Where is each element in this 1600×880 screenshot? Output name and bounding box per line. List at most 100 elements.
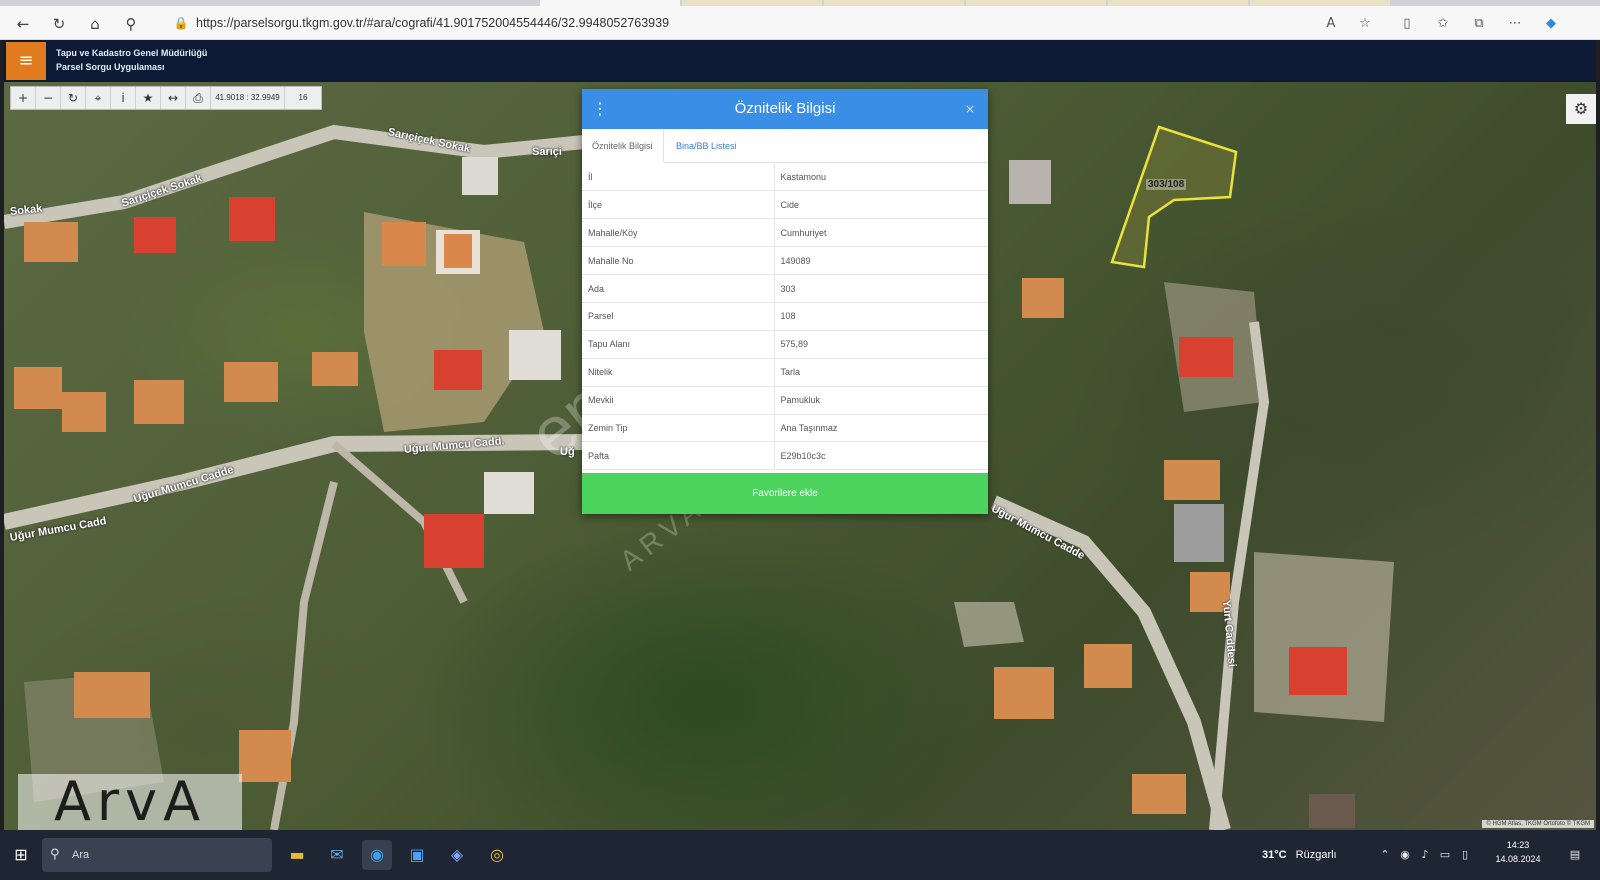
attribute-key: Zemin Tip [582,414,775,443]
parcel-label: 303/108 [1146,179,1187,190]
table-row: İlçe Cide [582,190,988,220]
file-explorer-icon[interactable]: ▬ [282,840,312,870]
back-icon[interactable]: ← [12,13,34,35]
menu-button[interactable]: ≡ [6,42,46,80]
attribute-value: 149089 [774,246,988,276]
favorites-icon[interactable]: ✩ [1432,13,1454,35]
dialog-title: Öznitelik Bilgisi [734,100,836,117]
refresh-map-icon[interactable]: ↻ [61,87,86,109]
info-icon[interactable]: i [111,87,136,109]
notification-icon[interactable]: ▤ [1566,838,1584,872]
parcel-outline[interactable] [1110,125,1238,269]
attribute-value: Pamukluk [774,386,988,415]
attribute-table: İl Kastamonu İlçe Cide Mahalle/Köy Cumhuriyet… [582,163,988,471]
mail-icon[interactable]: ✉ [322,840,352,870]
table-row: Mevkii Pamukluk [582,386,988,415]
battery-icon[interactable]: ▯ [1456,838,1474,872]
gear-icon[interactable]: ⚙ [1566,94,1596,124]
close-icon[interactable]: × [960,89,980,129]
table-row: Pafta E29b10c3c [582,441,988,471]
dialog-tabs: Öznitelik Bilgisi Bina/BB Listesi [582,129,988,163]
attribute-key: Tapu Alanı [582,330,775,359]
home-icon[interactable]: ⌂ [84,13,106,35]
read-aloud-icon[interactable]: A [1320,13,1342,35]
table-row: Mahalle No 149089 [582,246,988,276]
attribute-value: Cide [774,190,988,220]
split-view-icon[interactable]: ▯ [1396,13,1418,35]
zoom-level: 16 [298,93,308,102]
dialog-header: Öznitelik Bilgisi ⋮ × [582,89,988,129]
weather-widget[interactable]: 31°C Rüzgarlı [1262,838,1337,872]
chevron-up-icon[interactable]: ⌃ [1376,838,1394,872]
add-to-favorites-button[interactable]: Favorilere ekle [582,473,988,514]
coordinate-readout: 41.9018 : 32.9949 [211,87,285,109]
app-title: Tapu ve Kadastro Genel Müdürlüğü Parsel … [56,46,207,74]
measure-icon[interactable]: ↔ [161,87,186,109]
network-icon[interactable]: ▭ [1436,838,1454,872]
more-icon[interactable]: ⋯ [1504,13,1526,35]
table-row: Mahalle/Köy Cumhuriyet [582,218,988,248]
clock-date: 14.08.2024 [1495,854,1541,864]
attribute-value: 303 [774,274,988,303]
favorite-star-icon[interactable]: ☆ [1354,13,1376,35]
map-attribution: © HGM Atlas, TKGM Ortofoto © TKGM [1482,820,1594,828]
attribute-key: Nitelik [582,358,775,387]
location-icon[interactable]: ◉ [1396,838,1414,872]
attribute-key: Parsel [582,302,775,331]
star-icon[interactable]: ★ [136,87,161,109]
locate-icon[interactable]: ⌖ [86,87,111,109]
edge-browser-icon[interactable]: ◉ [362,840,392,870]
attribute-dialog: Öznitelik Bilgisi ⋮ × Öznitelik Bilgisi … [582,89,988,514]
table-row: Ada 303 [582,274,988,303]
taskbar-search[interactable]: ⚲ Ara [42,838,272,872]
volume-icon[interactable]: ♪ [1416,838,1434,872]
attribute-key: Pafta [582,441,775,471]
attribute-value: Ana Taşınmaz [774,414,988,443]
attribute-value: E29b10c3c [774,441,988,471]
map-toolbar: + − ↻ ⌖ i ★ ↔ ⎙ 41.9018 : 32.9949 16 [10,86,322,110]
weather-temperature: 31°C [1262,849,1287,861]
print-icon[interactable]: ⎙ [186,87,211,109]
refresh-icon[interactable]: ↻ [48,13,70,35]
address-bar[interactable]: 🔒 https://parselsorgu.tkgm.gov.tr/#ara/c… [172,11,1322,35]
tab-building-list[interactable]: Bina/BB Listesi [666,129,747,163]
url-text: https://parselsorgu.tkgm.gov.tr/#ara/cog… [196,16,670,30]
attribute-value: Tarla [774,358,988,387]
attribute-key: Mahalle/Köy [582,218,775,248]
chrome-icon[interactable]: ◎ [482,840,512,870]
photoshop-icon[interactable]: ▣ [402,840,432,870]
attribute-value: Kastamonu [774,163,988,192]
clock[interactable]: 14:23 14.08.2024 [1488,838,1548,866]
windows-start-icon[interactable]: ⊞ [6,840,36,870]
table-row: İl Kastamonu [582,163,988,192]
app-icon[interactable]: ◈ [442,840,472,870]
tab-attributes[interactable]: Öznitelik Bilgisi [582,129,664,163]
taskbar: ⊞ ⚲ Ara ▬ ✉ ◉ ▣ ◈ ◎ 31°C Rüzgarlı ⌃ ◉ ♪ … [0,830,1600,880]
attribute-key: Ada [582,274,775,303]
attribute-value: Cumhuriyet [774,218,988,248]
attribute-key: İlçe [582,190,775,220]
search-icon[interactable]: ⚲ [120,13,142,35]
attribute-key: İl [582,163,775,192]
zoom-out-icon[interactable]: − [36,87,61,109]
copilot-icon[interactable]: ◆ [1540,13,1562,35]
weather-text: Rüzgarlı [1295,849,1337,861]
attribute-key: Mevkii [582,386,775,415]
collections-icon[interactable]: ⧉ [1468,13,1490,35]
table-row: Zemin Tip Ana Taşınmaz [582,414,988,443]
table-row: Nitelik Tarla [582,358,988,387]
table-row: Parsel 108 [582,302,988,331]
browser-toolbar: ← ↻ ⌂ ⚲ 🔒 https://parselsorgu.tkgm.gov.t… [0,6,1600,40]
attribute-key: Mahalle No [582,246,775,276]
road-label: Sarıçi [532,146,562,158]
app-header: ≡ Tapu ve Kadastro Genel Müdürlüğü Parse… [4,40,1596,82]
app-title-line2: Parsel Sorgu Uygulaması [56,62,165,72]
lock-icon: 🔒 [173,16,189,30]
kebab-menu-icon[interactable]: ⋮ [590,89,610,129]
table-row: Tapu Alanı 575,89 [582,330,988,359]
attribute-value: 575,89 [774,330,988,359]
search-icon: ⚲ [50,847,60,862]
clock-time: 14:23 [1506,840,1530,850]
zoom-in-icon[interactable]: + [11,87,36,109]
attribute-value: 108 [774,302,988,331]
